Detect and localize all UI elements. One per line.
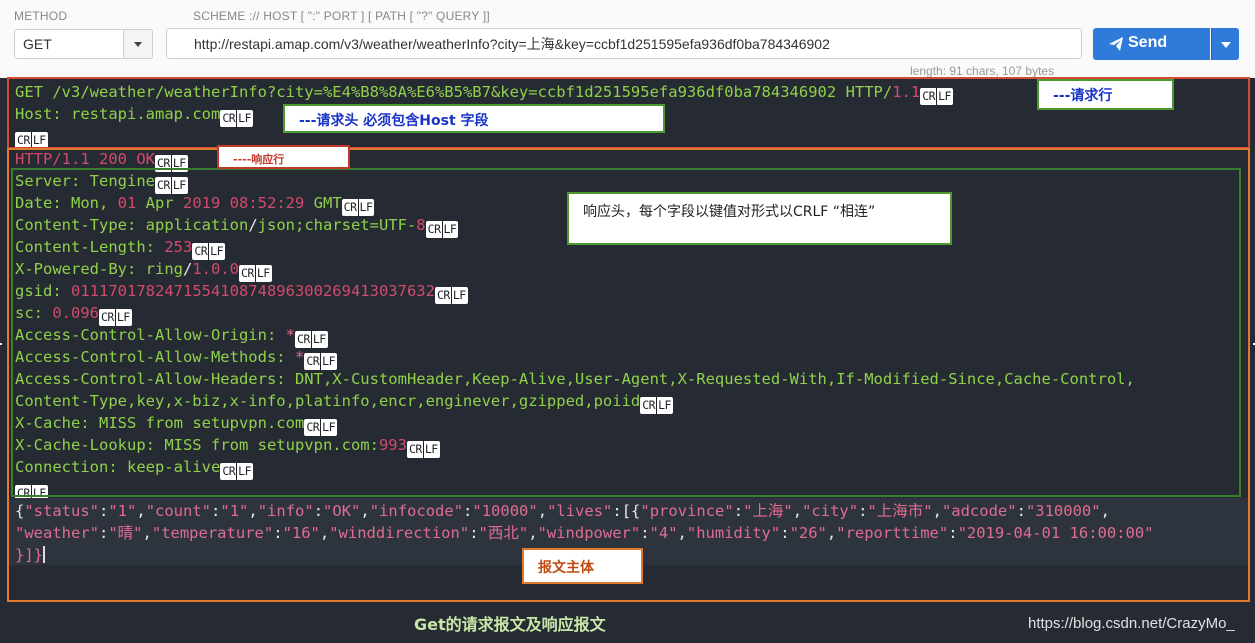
chevron-down-icon bbox=[134, 42, 142, 47]
url-scheme-label: SCHEME :// HOST [ ":" PORT ] [ PATH [ "?… bbox=[193, 9, 490, 23]
send-icon bbox=[1109, 37, 1123, 51]
method-dropdown-toggle[interactable] bbox=[123, 30, 152, 58]
method-label: METHOD bbox=[14, 9, 68, 23]
send-button[interactable]: Send bbox=[1093, 28, 1210, 60]
annotation-response-header: 响应头，每个字段以键值对形式以CRLF “相连” bbox=[567, 192, 952, 245]
url-input[interactable]: http://restapi.amap.com/v3/weather/weath… bbox=[166, 28, 1082, 59]
annotation-response-line: ----响应行 bbox=[217, 145, 350, 169]
annotation-message-body: 报文主体 bbox=[522, 548, 643, 584]
length-info: length: 91 chars, 107 bytes bbox=[910, 64, 1055, 78]
annotation-request-line: ---请求行 bbox=[1037, 79, 1174, 110]
method-value: GET bbox=[23, 36, 52, 52]
edge-mark bbox=[0, 343, 2, 345]
watermark: https://blog.csdn.net/CrazyMo_ bbox=[1028, 615, 1235, 632]
chevron-down-icon bbox=[1221, 42, 1231, 48]
send-label: Send bbox=[1128, 34, 1168, 51]
figure-caption: Get的请求报文及响应报文 bbox=[414, 615, 606, 634]
method-select[interactable]: GET bbox=[14, 29, 153, 59]
annotation-request-header: ---请求头 必须包含Host 字段 bbox=[283, 104, 665, 133]
send-options-button[interactable] bbox=[1211, 28, 1239, 60]
request-bar: METHOD SCHEME :// HOST [ ":" PORT ] [ PA… bbox=[0, 0, 1255, 78]
